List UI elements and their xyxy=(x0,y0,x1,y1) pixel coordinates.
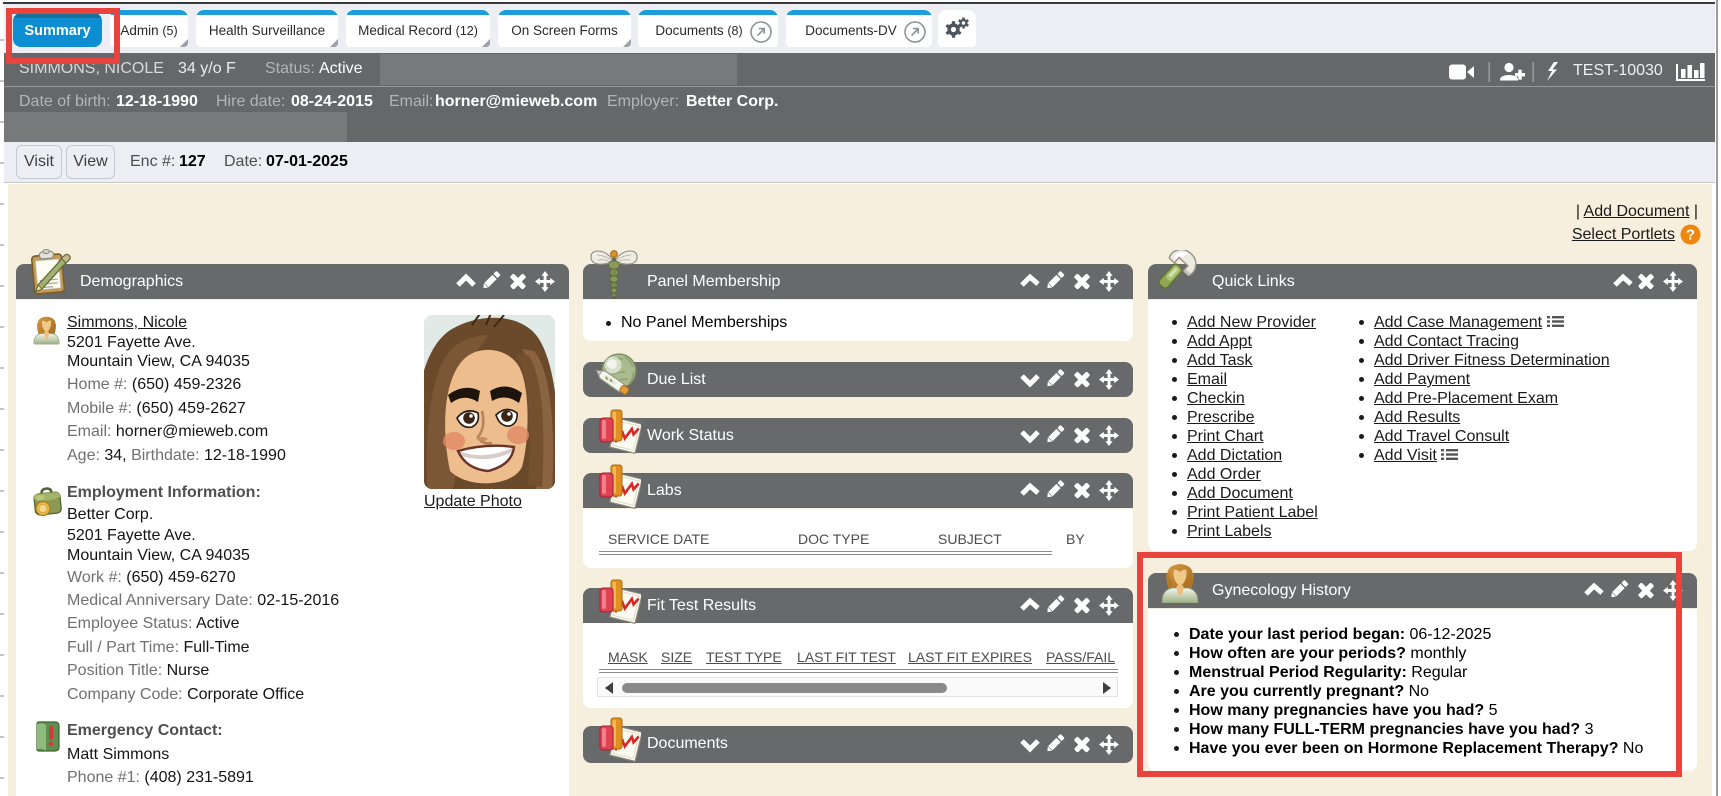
svg-text:?: ? xyxy=(1686,227,1695,244)
